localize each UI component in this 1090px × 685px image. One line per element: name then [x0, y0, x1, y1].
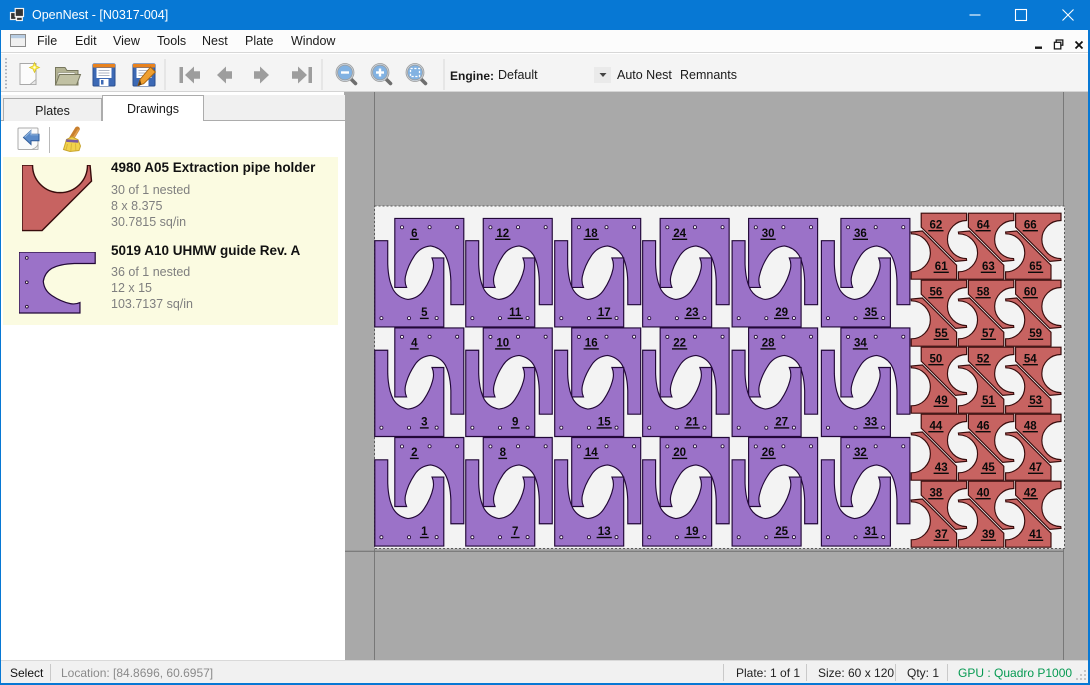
- svg-text:14: 14: [585, 447, 598, 459]
- svg-text:1: 1: [421, 526, 428, 538]
- svg-text:58: 58: [977, 286, 990, 298]
- svg-text:5: 5: [421, 307, 428, 319]
- svg-text:30: 30: [762, 228, 775, 240]
- svg-text:33: 33: [865, 417, 878, 429]
- svg-text:24: 24: [673, 228, 686, 240]
- svg-text:41: 41: [1029, 529, 1042, 541]
- svg-text:45: 45: [982, 462, 995, 474]
- svg-text:35: 35: [865, 307, 878, 319]
- svg-text:50: 50: [930, 353, 943, 365]
- svg-text:43: 43: [935, 462, 948, 474]
- svg-text:19: 19: [686, 526, 699, 538]
- svg-text:61: 61: [935, 261, 948, 273]
- svg-text:4: 4: [411, 338, 418, 350]
- svg-text:38: 38: [930, 487, 943, 499]
- svg-text:36: 36: [854, 228, 867, 240]
- svg-text:2: 2: [411, 447, 417, 459]
- svg-text:34: 34: [854, 338, 867, 350]
- svg-text:48: 48: [1024, 420, 1037, 432]
- svg-text:3: 3: [421, 417, 427, 429]
- svg-text:49: 49: [935, 395, 948, 407]
- svg-text:8: 8: [500, 447, 507, 459]
- svg-text:65: 65: [1029, 261, 1042, 273]
- svg-text:18: 18: [585, 228, 598, 240]
- svg-text:26: 26: [762, 447, 775, 459]
- svg-text:22: 22: [673, 338, 686, 350]
- svg-text:12: 12: [496, 228, 509, 240]
- svg-text:13: 13: [598, 526, 611, 538]
- svg-text:55: 55: [935, 328, 948, 340]
- svg-text:51: 51: [982, 395, 995, 407]
- svg-text:27: 27: [775, 417, 788, 429]
- svg-text:60: 60: [1024, 286, 1037, 298]
- svg-text:66: 66: [1024, 219, 1037, 231]
- svg-text:17: 17: [598, 307, 611, 319]
- svg-text:52: 52: [977, 353, 990, 365]
- svg-text:44: 44: [930, 420, 943, 432]
- svg-text:42: 42: [1024, 487, 1037, 499]
- svg-text:31: 31: [865, 526, 878, 538]
- svg-text:29: 29: [775, 307, 788, 319]
- svg-text:25: 25: [775, 526, 788, 538]
- svg-text:11: 11: [509, 307, 522, 319]
- svg-text:20: 20: [673, 447, 686, 459]
- svg-text:46: 46: [977, 420, 990, 432]
- svg-text:56: 56: [930, 286, 943, 298]
- svg-text:57: 57: [982, 328, 995, 340]
- svg-text:28: 28: [762, 338, 775, 350]
- svg-text:53: 53: [1029, 395, 1042, 407]
- svg-text:64: 64: [977, 219, 990, 231]
- svg-text:6: 6: [411, 228, 417, 240]
- svg-text:16: 16: [585, 338, 598, 350]
- svg-text:9: 9: [512, 417, 518, 429]
- svg-text:15: 15: [598, 417, 611, 429]
- svg-text:39: 39: [982, 529, 995, 541]
- svg-text:40: 40: [977, 487, 990, 499]
- svg-text:63: 63: [982, 261, 995, 273]
- svg-text:62: 62: [930, 219, 943, 231]
- svg-text:54: 54: [1024, 353, 1037, 365]
- svg-text:10: 10: [496, 338, 509, 350]
- svg-text:47: 47: [1029, 462, 1042, 474]
- svg-text:59: 59: [1029, 328, 1042, 340]
- svg-text:7: 7: [512, 526, 518, 538]
- svg-text:37: 37: [935, 529, 948, 541]
- svg-text:23: 23: [686, 307, 699, 319]
- svg-text:21: 21: [686, 417, 699, 429]
- svg-text:32: 32: [854, 447, 867, 459]
